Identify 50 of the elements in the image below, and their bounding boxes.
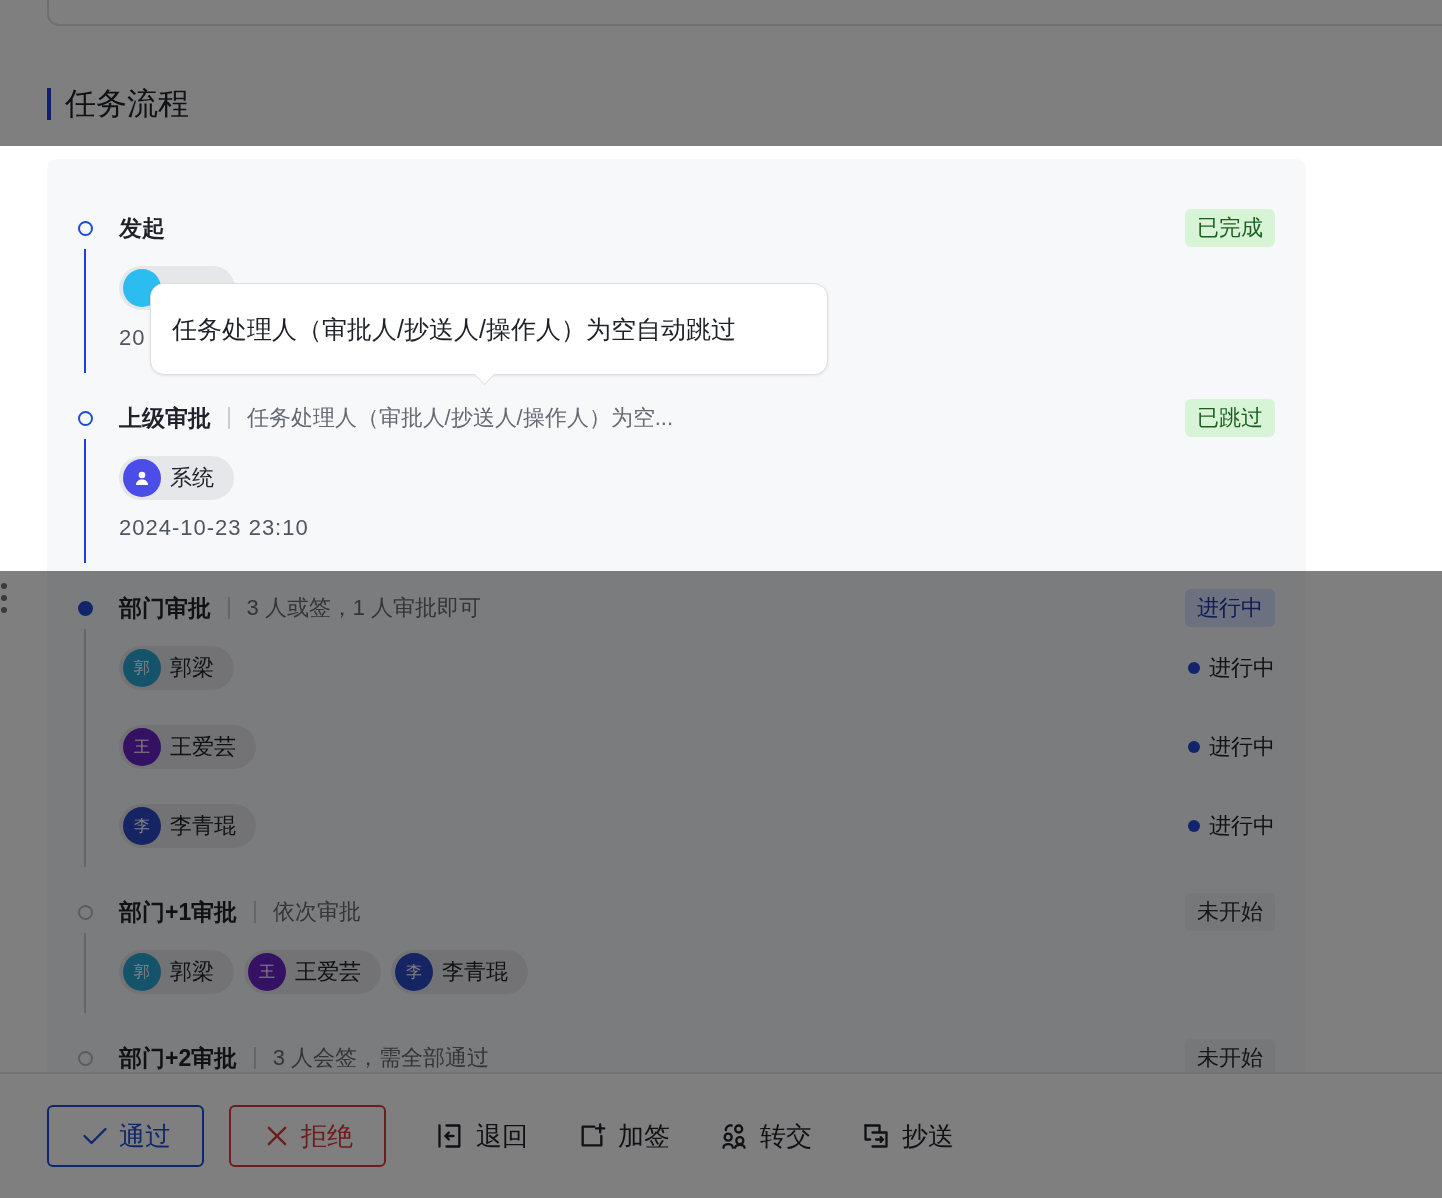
return-icon bbox=[436, 1122, 464, 1150]
step-description: 3 人会签，需全部通过 bbox=[272, 1045, 490, 1071]
person-chip: 郭 郭梁 bbox=[119, 646, 234, 690]
section-marker bbox=[47, 88, 51, 120]
step-description: 依次审批 bbox=[272, 899, 361, 925]
step-date: 20 bbox=[119, 324, 146, 352]
person-chip: 李 李青琨 bbox=[119, 804, 256, 848]
step-date: 2024-10-23 23:10 bbox=[119, 514, 309, 542]
avatar: 李 bbox=[123, 807, 161, 845]
person-status: 进行中 bbox=[1209, 812, 1275, 840]
add-signer-button[interactable]: 加签 bbox=[578, 1105, 670, 1167]
copy-button[interactable]: 抄送 bbox=[862, 1105, 954, 1167]
section-title: 任务流程 bbox=[65, 85, 189, 123]
return-button[interactable]: 退回 bbox=[436, 1105, 528, 1167]
reject-button[interactable]: 拒绝 bbox=[229, 1105, 386, 1167]
timeline-node bbox=[78, 904, 93, 920]
status-tag: 未开始 bbox=[1185, 1039, 1275, 1072]
step-title: 部门审批 bbox=[119, 595, 211, 621]
status-tag: 已跳过 bbox=[1185, 399, 1275, 437]
approve-button[interactable]: 通过 bbox=[47, 1105, 204, 1167]
person-chip: 李 李青琨 bbox=[391, 950, 528, 994]
people-icon bbox=[720, 1122, 748, 1150]
transfer-button[interactable]: 转交 bbox=[720, 1105, 812, 1167]
status-tag: 进行中 bbox=[1185, 589, 1275, 627]
timeline-node bbox=[78, 600, 93, 616]
avatar: 郭 bbox=[123, 953, 161, 991]
timeline-node bbox=[78, 1050, 93, 1066]
person-status: 进行中 bbox=[1209, 654, 1275, 682]
person-status: 进行中 bbox=[1209, 733, 1275, 761]
step-title: 部门+2审批 bbox=[119, 1045, 238, 1071]
person-chip: 郭 郭梁 bbox=[119, 950, 234, 994]
avatar: 王 bbox=[123, 728, 161, 766]
step-description: 任务处理人（审批人/抄送人/操作人）为空... bbox=[246, 405, 674, 431]
person-chip: 系统 bbox=[119, 456, 234, 500]
avatar: 李 bbox=[395, 953, 433, 991]
timeline-node bbox=[78, 220, 93, 236]
drag-handle-icon[interactable] bbox=[0, 582, 8, 614]
status-tag: 未开始 bbox=[1185, 893, 1275, 931]
step-title: 上级审批 bbox=[119, 405, 211, 431]
step-title: 部门+1审批 bbox=[119, 899, 238, 925]
step-description: 3 人或签，1 人审批即可 bbox=[246, 595, 482, 621]
timeline-node bbox=[78, 410, 93, 426]
step-title: 发起 bbox=[119, 215, 165, 241]
system-avatar bbox=[123, 459, 161, 497]
avatar: 王 bbox=[248, 953, 286, 991]
person-chip: 王 王爱芸 bbox=[244, 950, 381, 994]
person-chip: 王 王爱芸 bbox=[119, 725, 256, 769]
status-tag: 已完成 bbox=[1185, 209, 1275, 247]
copy-icon bbox=[862, 1122, 890, 1150]
avatar: 郭 bbox=[123, 649, 161, 687]
